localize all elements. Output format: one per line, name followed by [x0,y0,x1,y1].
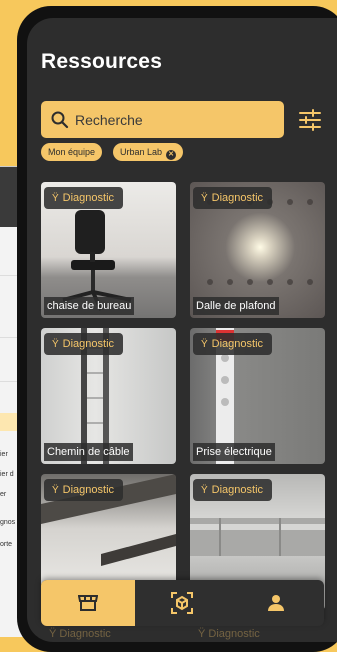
badge-label: Diagnostic [211,484,264,496]
resource-name: chaise de bureau [44,297,135,315]
faded-badge-label: Diagnostic [59,628,111,640]
diagnostic-icon: Ÿ [49,628,60,640]
store-icon [78,595,98,611]
nav-profile[interactable] [229,580,323,626]
category-badge: Ÿ Diagnostic [193,187,273,209]
search-bar[interactable] [41,101,284,138]
category-badge: Ÿ Diagnostic [44,479,124,501]
faded-card-badge: Ÿ Diagnostic [49,626,111,642]
category-badge: Ÿ Diagnostic [44,333,124,355]
resource-card[interactable]: Ÿ Diagnostic Chemin de câble [41,328,176,464]
filter-chip[interactable]: Urban Lab ✕ [113,143,184,161]
background-cell: er [0,491,7,498]
search-icon [51,111,69,129]
resource-name: Dalle de plafond [193,297,279,315]
faded-card-badge: Ÿ Diagnostic [198,626,260,642]
diagnostic-icon: Ÿ [198,628,209,640]
filter-chip[interactable]: Mon équipe [41,143,103,161]
app-screen: Ressources Mon équipe Urban Lab✕ [27,18,337,642]
category-badge: Ÿ Diagnostic [44,187,124,209]
badge-label: Diagnostic [211,338,264,350]
diagnostic-icon: Ÿ [52,485,59,496]
resource-name: Prise électrique [193,443,275,461]
scan-icon [171,592,193,614]
filter-settings-icon[interactable] [298,109,322,131]
badge-label: Diagnostic [62,192,115,204]
badge-label: Diagnostic [62,338,115,350]
page-title: Ressources [41,50,163,73]
nav-resources[interactable] [41,580,135,626]
background-cell: gnos [0,519,16,526]
resource-name: Chemin de câble [44,443,133,461]
background-cell: ier d [0,471,14,478]
resource-card[interactable]: Ÿ Diagnostic Prise électrique [190,328,325,464]
badge-label: Diagnostic [211,192,264,204]
diagnostic-icon: Ÿ [201,485,208,496]
resource-card[interactable]: Ÿ Diagnostic chaise de bureau [41,182,176,318]
badge-label: Diagnostic [62,484,115,496]
diagnostic-icon: Ÿ [52,193,59,204]
resource-card[interactable]: Ÿ Diagnostic Dalle de plafond [190,182,325,318]
diagnostic-icon: Ÿ [201,193,208,204]
search-input[interactable] [75,101,275,138]
category-badge: Ÿ Diagnostic [193,479,273,501]
remove-chip-icon[interactable]: ✕ [166,150,177,160]
filter-chip-label: Urban Lab [120,147,163,157]
diagnostic-icon: Ÿ [52,339,59,350]
diagnostic-icon: Ÿ [201,339,208,350]
user-icon [268,595,284,611]
background-cell: ier [0,451,8,458]
filter-chip-label: Mon équipe [48,147,96,157]
nav-scan[interactable] [135,580,229,626]
category-badge: Ÿ Diagnostic [193,333,273,355]
background-cell: orte [0,541,13,548]
bottom-navigation [41,580,324,626]
faded-badge-label: Diagnostic [208,628,260,640]
